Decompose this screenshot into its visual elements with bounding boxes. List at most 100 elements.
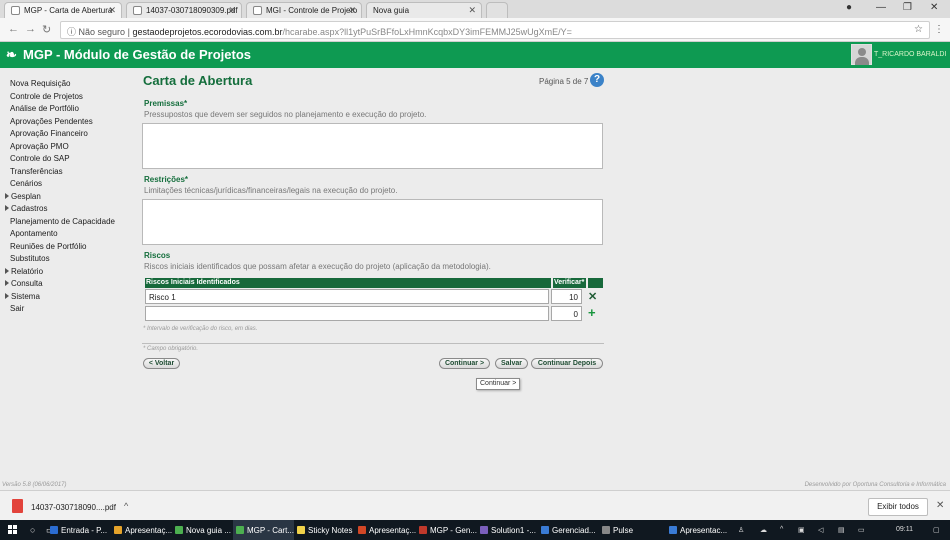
sidebar-item-aprovacao-pmo[interactable]: Aprovação PMO [6, 142, 136, 155]
browser-tab-mgi[interactable]: MGI - Controle de Projeto ✕ [246, 2, 362, 18]
new-tab-button[interactable] [486, 2, 508, 18]
windows-start-icon[interactable] [8, 525, 18, 535]
forward-arrow-icon[interactable]: → [25, 23, 36, 35]
sidebar-item-gesplan[interactable]: Gesplan [5, 192, 136, 205]
sidebar-item-controle-de-projetos[interactable]: Controle de Projetos [6, 92, 136, 105]
browser-tab-pdf[interactable]: 14037-030718090309.pdf ✕ [126, 2, 242, 18]
user-name[interactable]: T_RICARDO BARALDI [874, 51, 946, 58]
reload-icon[interactable]: ↻ [42, 23, 51, 36]
sidebar-item-analise-de-portfolio[interactable]: Análise de Portfólio [6, 104, 136, 117]
sidebar-item-sistema[interactable]: Sistema [5, 291, 136, 305]
sidebar-item-substitutos[interactable]: Substitutos [6, 254, 136, 267]
page-indicator: Página 5 de 7 [539, 77, 589, 86]
close-icon[interactable]: ✕ [468, 5, 476, 16]
browser-tab-nova-guia[interactable]: Nova guia ✕ [366, 2, 482, 18]
chevron-up-icon[interactable]: ^ [124, 501, 128, 511]
close-icon[interactable]: ✕ [936, 500, 944, 511]
chat-icon[interactable]: ▤ [838, 526, 845, 534]
add-icon[interactable]: + [588, 305, 596, 320]
taskbar-item[interactable]: Apresentaç... [111, 520, 172, 540]
sidebar-item-reunioes-de-portfolio[interactable]: Reuniões de Portfólio [6, 242, 136, 255]
task-label: MGP - Gen... [430, 526, 477, 535]
taskbar-item[interactable]: Apresentaç... [355, 520, 416, 540]
close-icon[interactable]: ✕ [348, 5, 356, 16]
menu-label: Sistema [11, 291, 40, 301]
taskbar-item[interactable]: MGP - Cart... [233, 520, 294, 540]
caret-right-icon [5, 267, 9, 274]
menu-label: Cenários [10, 179, 43, 188]
close-icon[interactable]: ✕ [108, 5, 116, 16]
minimize-icon[interactable]: — [876, 2, 886, 13]
maximize-icon[interactable]: ❐ [903, 2, 912, 13]
pdf-file-icon[interactable] [12, 499, 23, 513]
avatar[interactable] [851, 44, 872, 65]
sidebar-item-apontamento[interactable]: Apontamento [6, 229, 136, 242]
url-host: gestaodeprojetos.ecorodovias.com.br [132, 27, 283, 37]
continue-tooltip: Continuar > [476, 378, 521, 390]
back-arrow-icon[interactable]: ← [8, 23, 19, 35]
sidebar-item-cadastros[interactable]: Cadastros [5, 204, 136, 217]
window-close-icon[interactable]: ✕ [930, 2, 938, 13]
risk-input-1[interactable]: Risco 1 [145, 289, 549, 304]
menu-label: Planejamento de Capacidade [10, 216, 115, 226]
show-all-downloads-button[interactable]: Exibir todos [868, 498, 928, 516]
taskbar-item[interactable]: Sticky Notes [294, 520, 355, 540]
sidebar-item-aprovacao-financeiro[interactable]: Aprovação Financeiro [6, 129, 136, 142]
taskbar-item[interactable]: Gerenciad... [538, 520, 599, 540]
notification-icon[interactable]: ▢ [933, 526, 940, 534]
close-icon[interactable]: ✕ [228, 5, 236, 16]
app-icon [541, 526, 549, 534]
app-icon [358, 526, 366, 534]
taskbar-item[interactable]: Solution1 -... [477, 520, 538, 540]
page-icon [253, 6, 262, 15]
sidebar-item-planejamento-de-capacidade[interactable]: Planejamento de Capacidade [6, 217, 136, 230]
continue-button[interactable]: Continuar > [439, 358, 490, 369]
tray-arrow-icon[interactable]: ^ [780, 526, 783, 533]
browser-menu-icon[interactable]: ⋮ [934, 24, 944, 35]
sidebar-item-consulta[interactable]: Consulta [5, 279, 136, 292]
delete-icon[interactable]: ✕ [588, 290, 597, 303]
taskbar-item[interactable]: MGP - Gen... [416, 520, 477, 540]
sidebar-item-relatorio[interactable]: Relatório [5, 267, 136, 280]
info-icon[interactable]: ⓘ [67, 27, 76, 37]
sidebar-item-aprovacoes-pendentes[interactable]: Aprovações Pendentes [6, 117, 136, 130]
continue-later-button[interactable]: Continuar Depois [531, 358, 603, 369]
taskbar-item[interactable]: Entrada - P... [47, 520, 111, 540]
menu-label: Aprovações Pendentes [10, 116, 93, 126]
risk-input-new[interactable] [145, 306, 549, 321]
sidebar-item-sair[interactable]: Sair [6, 304, 136, 317]
help-icon[interactable]: ? [590, 73, 604, 87]
restricoes-textarea[interactable] [142, 199, 603, 245]
network-icon[interactable]: ▣ [798, 526, 805, 534]
search-icon[interactable]: ○ [30, 525, 35, 535]
menu-label: Aprovação Financeiro [10, 129, 88, 138]
caret-right-icon [5, 192, 9, 199]
browser-tab-mgp-carta[interactable]: MGP - Carta de Abertura ✕ [4, 2, 122, 18]
taskbar-item[interactable]: Pulse [599, 520, 660, 540]
back-button[interactable]: < Voltar [143, 358, 180, 369]
sidebar-item-transferencias[interactable]: Transferências [6, 167, 136, 180]
people-icon[interactable]: ♙ [738, 526, 744, 534]
download-file-name[interactable]: 14037-030718090....pdf [31, 503, 116, 512]
verify-input-1[interactable]: 10 [551, 289, 582, 304]
menu-label: Reuniões de Portfólio [10, 241, 87, 251]
bookmark-star-icon[interactable]: ☆ [914, 24, 923, 35]
verify-input-new[interactable]: 0 [551, 306, 582, 321]
taskbar-item[interactable]: Apresentac... [666, 520, 730, 540]
save-button[interactable]: Salvar [495, 358, 528, 369]
address-bar[interactable]: ⓘ Não seguro | gestaodeprojetos.ecorodov… [60, 21, 930, 39]
battery-icon[interactable]: ▭ [858, 526, 865, 534]
riscos-description: Riscos iniciais identificados que possam… [144, 262, 491, 271]
clock[interactable]: 09:11 [896, 526, 913, 533]
taskbar-item[interactable]: Nova guia ... [172, 520, 233, 540]
sidebar-item-cenarios[interactable]: Cenários [6, 179, 136, 192]
premissas-textarea[interactable] [142, 123, 603, 169]
profile-icon[interactable]: ● [846, 2, 852, 13]
sidebar-item-nova-requisicao[interactable]: Nova Requisição [6, 79, 136, 92]
tab-label: MGI - Controle de Projeto [266, 6, 358, 15]
sidebar-item-controle-do-sap[interactable]: Controle do SAP [6, 154, 136, 167]
volume-icon[interactable]: ◁ [818, 526, 823, 534]
cloud-icon[interactable]: ☁ [760, 526, 767, 534]
caret-right-icon [5, 280, 9, 286]
menu-label: Apontamento [10, 229, 58, 238]
